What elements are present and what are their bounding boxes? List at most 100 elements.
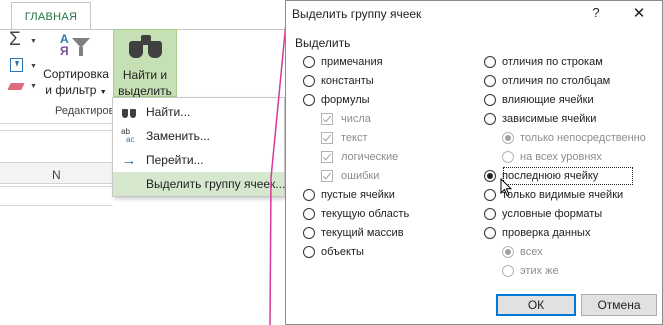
select-special-dialog: Выделить группу ячеек ? ✕ Выделить приме… <box>285 0 663 325</box>
menu-item-goto[interactable]: → Перейти... <box>113 148 284 172</box>
ok-button[interactable]: ОК <box>496 294 576 316</box>
radio-icon <box>502 132 514 144</box>
checkbox-logicals[interactable]: логические <box>321 149 398 165</box>
option-row-differences[interactable]: отличия по строкам <box>484 54 603 70</box>
option-label: текущую область <box>321 208 410 220</box>
radio-icon <box>502 265 514 277</box>
option-label: условные форматы <box>502 208 603 220</box>
menu-item-label: Перейти... <box>146 153 204 167</box>
find-select-menu: Найти... ab ac Заменить... → Перейти... В… <box>112 97 285 197</box>
option-label: этих же <box>520 265 559 277</box>
grid-line <box>0 205 112 206</box>
option-column-differences[interactable]: отличия по столбцам <box>484 73 610 89</box>
option-validation-same[interactable]: этих же <box>502 263 559 279</box>
radio-icon <box>303 75 315 87</box>
option-dependents[interactable]: зависимые ячейки <box>484 111 596 127</box>
option-label: логические <box>341 151 399 163</box>
option-label: только видимые ячейки <box>502 189 624 201</box>
chevron-down-icon[interactable]: ▼ <box>30 38 37 45</box>
option-label: всех <box>520 246 543 258</box>
option-label: константы <box>321 75 374 87</box>
menu-item-select-special[interactable]: Выделить группу ячеек... <box>113 172 285 196</box>
option-label: числа <box>341 113 371 125</box>
chevron-down-icon[interactable]: ▼ <box>30 83 37 90</box>
radio-icon <box>484 75 496 87</box>
menu-item-label: Найти... <box>146 105 191 119</box>
help-icon[interactable]: ? <box>589 5 603 20</box>
radio-icon <box>502 246 514 258</box>
option-label: формулы <box>321 94 370 106</box>
option-objects[interactable]: объекты <box>303 244 364 260</box>
option-current-array[interactable]: текущий массив <box>303 225 404 241</box>
option-label: зависимые ячейки <box>502 113 597 125</box>
mouse-pointer-icon <box>500 178 513 197</box>
option-label: примечания <box>321 56 383 68</box>
menu-item-find[interactable]: Найти... <box>113 100 284 124</box>
option-label: текущий массив <box>321 227 404 239</box>
menu-item-replace[interactable]: ab ac Заменить... <box>113 124 284 148</box>
option-precedents[interactable]: влияющие ячейки <box>484 92 594 108</box>
binoculars-icon <box>119 103 139 121</box>
checkbox-icon <box>321 113 333 125</box>
editing-group-label: Редактирова <box>55 105 121 117</box>
option-data-validation[interactable]: проверка данных <box>484 225 590 241</box>
radio-icon <box>303 94 315 106</box>
option-label: отличия по столбцам <box>502 75 611 87</box>
checkbox-icon <box>321 151 333 163</box>
radio-icon <box>303 189 315 201</box>
dialog-title: Выделить группу ячеек <box>292 7 422 21</box>
sort-label-line1: Сортировка <box>43 67 109 81</box>
checkbox-text[interactable]: текст <box>321 130 368 146</box>
checkbox-errors[interactable]: ошибки <box>321 168 379 184</box>
checkbox-icon <box>321 170 333 182</box>
binoculars-icon <box>129 35 163 59</box>
grid-line <box>0 186 112 187</box>
chevron-down-icon[interactable]: ▼ <box>30 63 37 70</box>
radio-icon <box>303 56 315 68</box>
option-label: отличия по строкам <box>502 56 603 68</box>
option-comments[interactable]: примечания <box>303 54 383 70</box>
radio-icon <box>502 151 514 163</box>
radio-icon <box>484 113 496 125</box>
sort-filter-button[interactable]: Сортировка и фильтр ▼ <box>40 66 112 101</box>
tab-home[interactable]: ГЛАВНАЯ <box>11 2 91 30</box>
find-label-line1: Найти и <box>122 68 168 82</box>
fill-icon[interactable] <box>10 58 23 72</box>
sort-label-line2: и фильтр <box>45 83 97 97</box>
option-direct-only[interactable]: только непосредственно <box>502 130 646 146</box>
radio-icon <box>484 208 496 220</box>
option-label: на всех уровнях <box>520 151 602 163</box>
focus-rectangle <box>503 167 633 185</box>
option-label: ошибки <box>341 170 380 182</box>
radio-icon <box>484 56 496 68</box>
radio-icon <box>303 246 315 258</box>
checkbox-numbers[interactable]: числа <box>321 111 371 127</box>
option-blanks[interactable]: пустые ячейки <box>303 187 395 203</box>
chevron-down-icon: ▼ <box>99 89 107 96</box>
radio-icon <box>303 208 315 220</box>
option-current-region[interactable]: текущую область <box>303 206 409 222</box>
cancel-button[interactable]: Отмена <box>581 294 657 316</box>
option-conditional-formats[interactable]: условные форматы <box>484 206 602 222</box>
option-label: текст <box>341 132 368 144</box>
radio-icon <box>303 227 315 239</box>
radio-icon <box>484 170 496 182</box>
option-label: влияющие ячейки <box>502 94 594 106</box>
replace-icon: ab ac <box>121 127 135 144</box>
arrow-right-icon: → <box>121 151 137 169</box>
option-constants[interactable]: константы <box>303 73 374 89</box>
option-label: проверка данных <box>502 227 591 239</box>
autosum-icon[interactable]: Σ <box>9 30 21 50</box>
option-label: пустые ячейки <box>321 189 395 201</box>
option-label: только непосредственно <box>520 132 646 144</box>
grid-line <box>0 130 112 131</box>
close-icon[interactable]: ✕ <box>631 4 647 22</box>
option-all-levels[interactable]: на всех уровнях <box>502 149 602 165</box>
option-validation-all[interactable]: всех <box>502 244 543 260</box>
checkbox-icon <box>321 132 333 144</box>
radio-icon <box>484 227 496 239</box>
sort-filter-icon[interactable]: А Я <box>58 33 94 61</box>
find-select-button[interactable]: Найти и выделить ▼ <box>113 29 177 113</box>
radio-icon <box>484 189 496 201</box>
option-formulas[interactable]: формулы <box>303 92 370 108</box>
